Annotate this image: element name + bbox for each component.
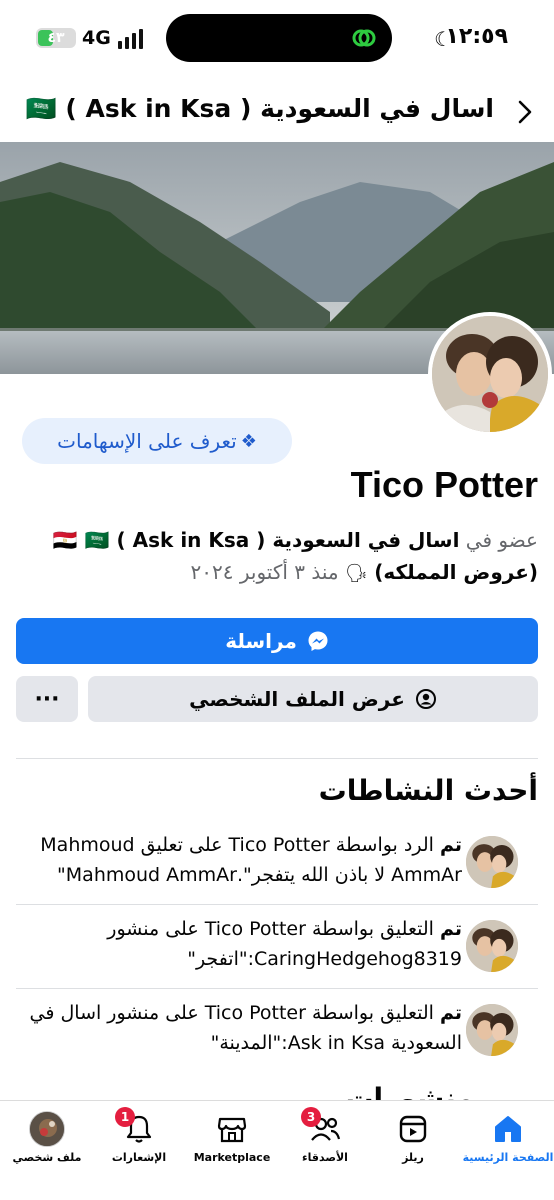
more-dots-icon: ··· [34,686,60,712]
signal-icon [118,27,144,49]
profile-avatar-icon [29,1111,65,1147]
membership-info: عضو في اسال في السعودية ( Ask in Ksa ) 🇪… [16,524,538,590]
tab-label: الإشعارات [111,1151,167,1164]
bottom-tab-bar: الصفحة الرئيسية ريلز 3 الأصدقاء Marketpl… [0,1100,554,1200]
member-prefix: عضو في [465,528,538,552]
group-title: اسال في السعودية ( Ask in Ksa ) 🇪🇬 🇸🇦 (.… [16,94,494,123]
tab-label: ملف شخصي [12,1151,82,1164]
status-bar: ٤٣ 4G ☾ ١٢:٥٩ [0,0,554,80]
tab-label: ريلز [402,1151,424,1164]
tab-reels[interactable]: ريلز [370,1101,456,1181]
view-profile-button[interactable]: عرض الملف الشخصي [88,676,538,722]
network-type: 4G [82,27,111,49]
activity-item[interactable]: تم التعليق بواسطة Tico Potter على منشور … [0,914,554,994]
battery-icon: ٤٣ [36,28,76,48]
activity-avatar [466,920,518,972]
activity-text: تم الرد بواسطة Tico Potter على تعليق Mah… [40,834,462,886]
tab-home[interactable]: الصفحة الرئيسية [462,1101,554,1181]
divider [16,758,538,759]
tab-label: الصفحة الرئيسية [462,1151,554,1164]
tab-marketplace[interactable]: Marketplace [186,1101,278,1181]
divider [16,904,538,905]
friends-icon: 3 [301,1107,343,1147]
tab-profile[interactable]: ملف شخصي [4,1101,90,1181]
user-circle-icon [415,689,436,709]
view-profile-label: عرض الملف الشخصي [189,687,405,711]
avatar-image [432,316,548,432]
message-label: مراسلة [225,629,297,653]
divider [16,988,538,989]
tab-notifications[interactable]: 1 الإشعارات [96,1101,182,1181]
activity-text: تم التعليق بواسطة Tico Potter على منشور … [107,918,462,970]
tab-label: الأصدقاء [302,1151,348,1164]
activity-text: تم التعليق بواسطة Tico Potter على منشور … [29,1002,462,1054]
top-nav: اسال في السعودية ( Ask in Ksa ) 🇪🇬 🇸🇦 (.… [0,86,554,138]
message-button[interactable]: مراسلة [16,618,538,664]
activity-item[interactable]: تم التعليق بواسطة Tico Potter على منشور … [0,998,554,1078]
contributions-button[interactable]: ❖ تعرف على الإسهامات [22,418,292,464]
contributions-label: تعرف على الإسهامات [57,429,237,453]
profile-name: Tico Potter [350,464,538,505]
activity-title: أحدث النشاطات [318,774,538,807]
activity-avatar [466,836,518,888]
tab-label: Marketplace [193,1151,271,1164]
more-options-button[interactable]: ··· [16,676,78,722]
clock: ١٢:٥٩ [445,24,508,49]
reels-icon [395,1111,431,1147]
bell-icon: 1 [115,1107,157,1147]
friends-badge: 3 [301,1107,321,1127]
home-icon [490,1111,526,1147]
tab-friends[interactable]: 3 الأصدقاء [282,1101,368,1181]
profile-avatar[interactable] [428,312,552,436]
battery-percent: ٤٣ [47,30,65,46]
link-icon [352,29,376,47]
back-chevron-icon[interactable] [514,98,536,126]
sparkle-icon: ❖ [240,430,257,452]
notifications-badge: 1 [115,1107,135,1127]
member-since: منذ ٣ أكتوبر ٢٠٢٤ [190,560,339,584]
speech-icon: 🗣 [344,563,368,584]
dynamic-island [166,14,392,62]
marketplace-icon [214,1111,250,1147]
messenger-icon [308,631,328,651]
activity-avatar [466,1004,518,1056]
activity-item[interactable]: تم الرد بواسطة Tico Potter على تعليق Mah… [0,830,554,910]
